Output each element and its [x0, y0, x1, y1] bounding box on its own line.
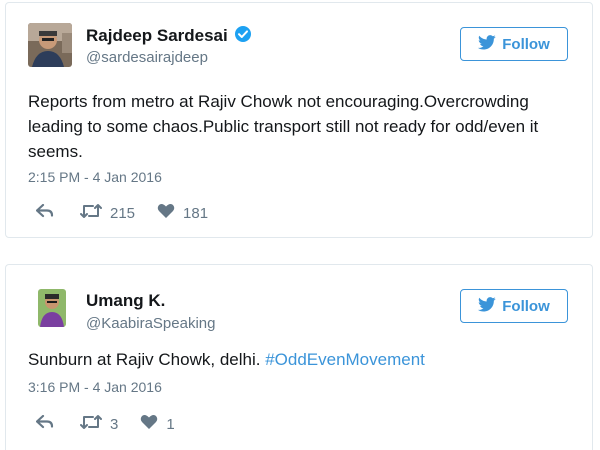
tweet-text-body: Sunburn at Rajiv Chowk, delhi. [28, 350, 266, 369]
like-button[interactable]: 1 [140, 414, 175, 434]
retweet-button[interactable]: 215 [80, 203, 135, 223]
tweet-timestamp[interactable]: 3:16 PM - 4 Jan 2016 [28, 379, 162, 395]
retweet-icon [80, 414, 102, 434]
tweet-text: Sunburn at Rajiv Chowk, delhi. #OddEvenM… [28, 347, 562, 372]
reply-icon [35, 203, 54, 222]
twitter-bird-icon [478, 296, 496, 316]
follow-button[interactable]: Follow [460, 27, 568, 61]
tweet-card: Umang K. @KaabiraSpeaking Follow Sunburn… [5, 264, 593, 450]
heart-icon [140, 414, 158, 434]
hashtag-link[interactable]: #OddEvenMovement [265, 350, 425, 369]
retweet-count: 215 [110, 204, 136, 222]
tweet-text: Reports from metro at Rajiv Chowk not en… [28, 92, 539, 161]
author-handle[interactable]: @sardesairajdeep [86, 49, 208, 66]
avatar[interactable] [38, 289, 66, 327]
retweet-count: 3 [110, 415, 119, 433]
like-count: 181 [183, 204, 209, 222]
verified-badge-icon [234, 25, 252, 48]
author-handle[interactable]: @KaabiraSpeaking [86, 315, 215, 332]
follow-label: Follow [502, 297, 550, 315]
retweet-button[interactable]: 3 [80, 414, 118, 434]
author-name[interactable]: Rajdeep Sardesai [86, 25, 252, 48]
like-button[interactable]: 181 [157, 203, 208, 223]
tweet-card: Rajdeep Sardesai @sardesairajdeep Follow… [5, 2, 593, 238]
author-name[interactable]: Umang K. [86, 291, 165, 311]
follow-label: Follow [502, 35, 550, 53]
avatar[interactable] [28, 23, 72, 67]
retweet-icon [80, 203, 102, 223]
tweet-actions: 215 181 [35, 203, 208, 223]
heart-icon [157, 203, 175, 223]
twitter-bird-icon [478, 34, 496, 54]
like-count: 1 [166, 415, 175, 433]
tweet-timestamp[interactable]: 2:15 PM - 4 Jan 2016 [28, 169, 162, 185]
reply-button[interactable] [35, 414, 54, 433]
reply-icon [35, 414, 54, 433]
follow-button[interactable]: Follow [460, 289, 568, 323]
tweet-actions: 3 1 [35, 414, 175, 434]
reply-button[interactable] [35, 203, 54, 222]
